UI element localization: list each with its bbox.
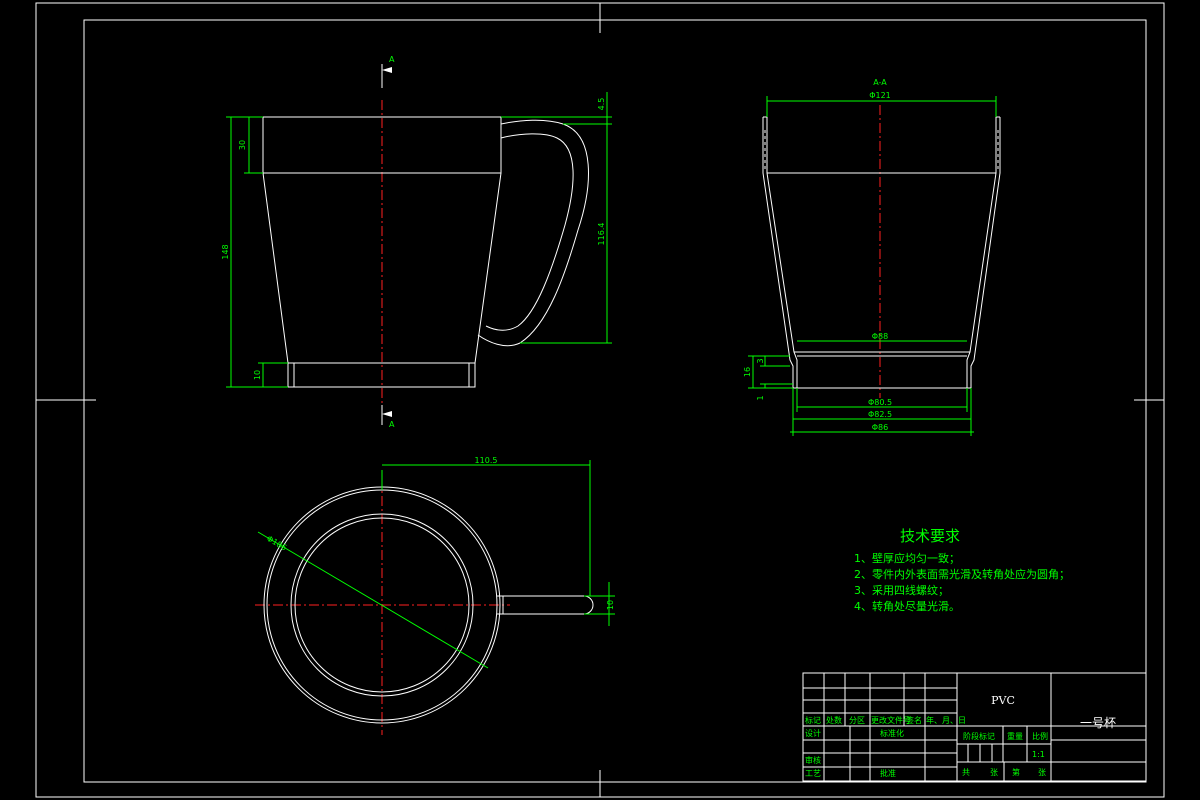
tb-stage-mark: 阶段标记 <box>963 731 995 741</box>
tb-scale-label: 比例 <box>1032 731 1048 741</box>
section-arrow-bottom <box>382 411 392 417</box>
dim-base-mid: Φ82.5 <box>868 410 892 419</box>
dim-diameter: Φ186 <box>265 534 288 553</box>
inner-border <box>83 19 1147 783</box>
dim-base-inner: Φ80.5 <box>868 398 892 407</box>
tb-sheet-no: 第 <box>1012 767 1020 777</box>
section-view: A-A Φ121 Φ88 16 3 1 Φ80.5 Φ82.5 Φ86 <box>743 78 1001 436</box>
dim-rim-height: 30 <box>238 140 247 150</box>
tb-sheets-total: 共 <box>962 768 970 777</box>
dim-line-diameter <box>257 531 489 669</box>
tb-review: 审核 <box>805 755 821 765</box>
technical-requirements: 技术要求 1、壁厚应均匀一致； 2、零件内外表面需光滑及转角处应为圆角； 3、采… <box>854 527 1070 613</box>
tb-label-change-doc: 更改文件号 <box>871 715 911 725</box>
dim-step-a: 3 <box>756 358 765 363</box>
tb-standardize: 标准化 <box>880 728 904 738</box>
tb-label-date: 年、月、日 <box>926 715 966 725</box>
top-handle <box>497 595 594 615</box>
outer-border <box>35 2 1165 798</box>
tech-req-item: 3、采用四线螺纹； <box>854 583 949 597</box>
dim-handle-top: 4.5 <box>597 98 606 111</box>
dim-base-height: 10 <box>253 370 262 380</box>
dim-step-b: 1 <box>756 395 765 400</box>
tb-design: 设计 <box>805 728 821 738</box>
tb-sheet-unit-b: 张 <box>1038 768 1046 777</box>
tb-approve: 批准 <box>880 768 896 778</box>
dim-total-height: 148 <box>221 244 230 259</box>
tb-material: PVC <box>991 694 1015 707</box>
cad-drawing: A A 148 30 10 4.5 116.4 A-A Φ121 Φ88 16 … <box>0 0 1200 800</box>
dim-step-total: 16 <box>743 367 752 377</box>
section-inner-left <box>766 117 798 388</box>
sheet-frame <box>35 2 1165 798</box>
tb-label-count: 处数 <box>826 715 842 725</box>
section-mark-top: A <box>389 55 395 64</box>
front-view: A A 148 30 10 4.5 116.4 <box>221 55 612 429</box>
tb-weight: 重量 <box>1007 731 1023 741</box>
tech-req-item: 2、零件内外表面需光滑及转角处应为圆角； <box>854 567 1070 581</box>
dim-handle-height: 116.4 <box>597 223 606 246</box>
tb-label-mark: 标记 <box>805 715 821 725</box>
tech-req-item: 1、壁厚应均匀一致； <box>854 551 960 565</box>
tb-part-name: 一号杯 <box>1080 716 1116 730</box>
tech-req-title: 技术要求 <box>900 527 960 545</box>
section-arrow-top <box>382 67 392 73</box>
dim-inner-bottom: Φ88 <box>872 332 888 341</box>
dim-top-diameter: Φ121 <box>869 91 891 100</box>
tb-scale-value: 1:1 <box>1032 750 1045 759</box>
tb-process: 工艺 <box>805 769 821 778</box>
section-view-label: A-A <box>873 78 887 87</box>
cup-handle-inner <box>485 133 574 331</box>
dim-handle-width: 10 <box>606 600 615 610</box>
section-inner-right <box>966 117 997 388</box>
title-block: PVC 一号杯 标记 处数 分区 更改文件号 签名 年、月、日 设计 标准化 阶… <box>802 672 1147 782</box>
tb-label-sign: 签名 <box>906 715 922 725</box>
tb-label-zone: 分区 <box>849 716 865 725</box>
top-view: 110.5 Φ186 10 <box>255 456 615 735</box>
tech-req-item: 4、转角处尽量光滑。 <box>854 599 960 613</box>
cup-handle-outer <box>477 119 589 347</box>
section-mark-bottom: A <box>389 420 395 429</box>
dim-base-outer: Φ86 <box>872 423 888 432</box>
dim-handle-reach: 110.5 <box>475 456 498 465</box>
tb-sheet-unit-a: 张 <box>990 768 998 777</box>
